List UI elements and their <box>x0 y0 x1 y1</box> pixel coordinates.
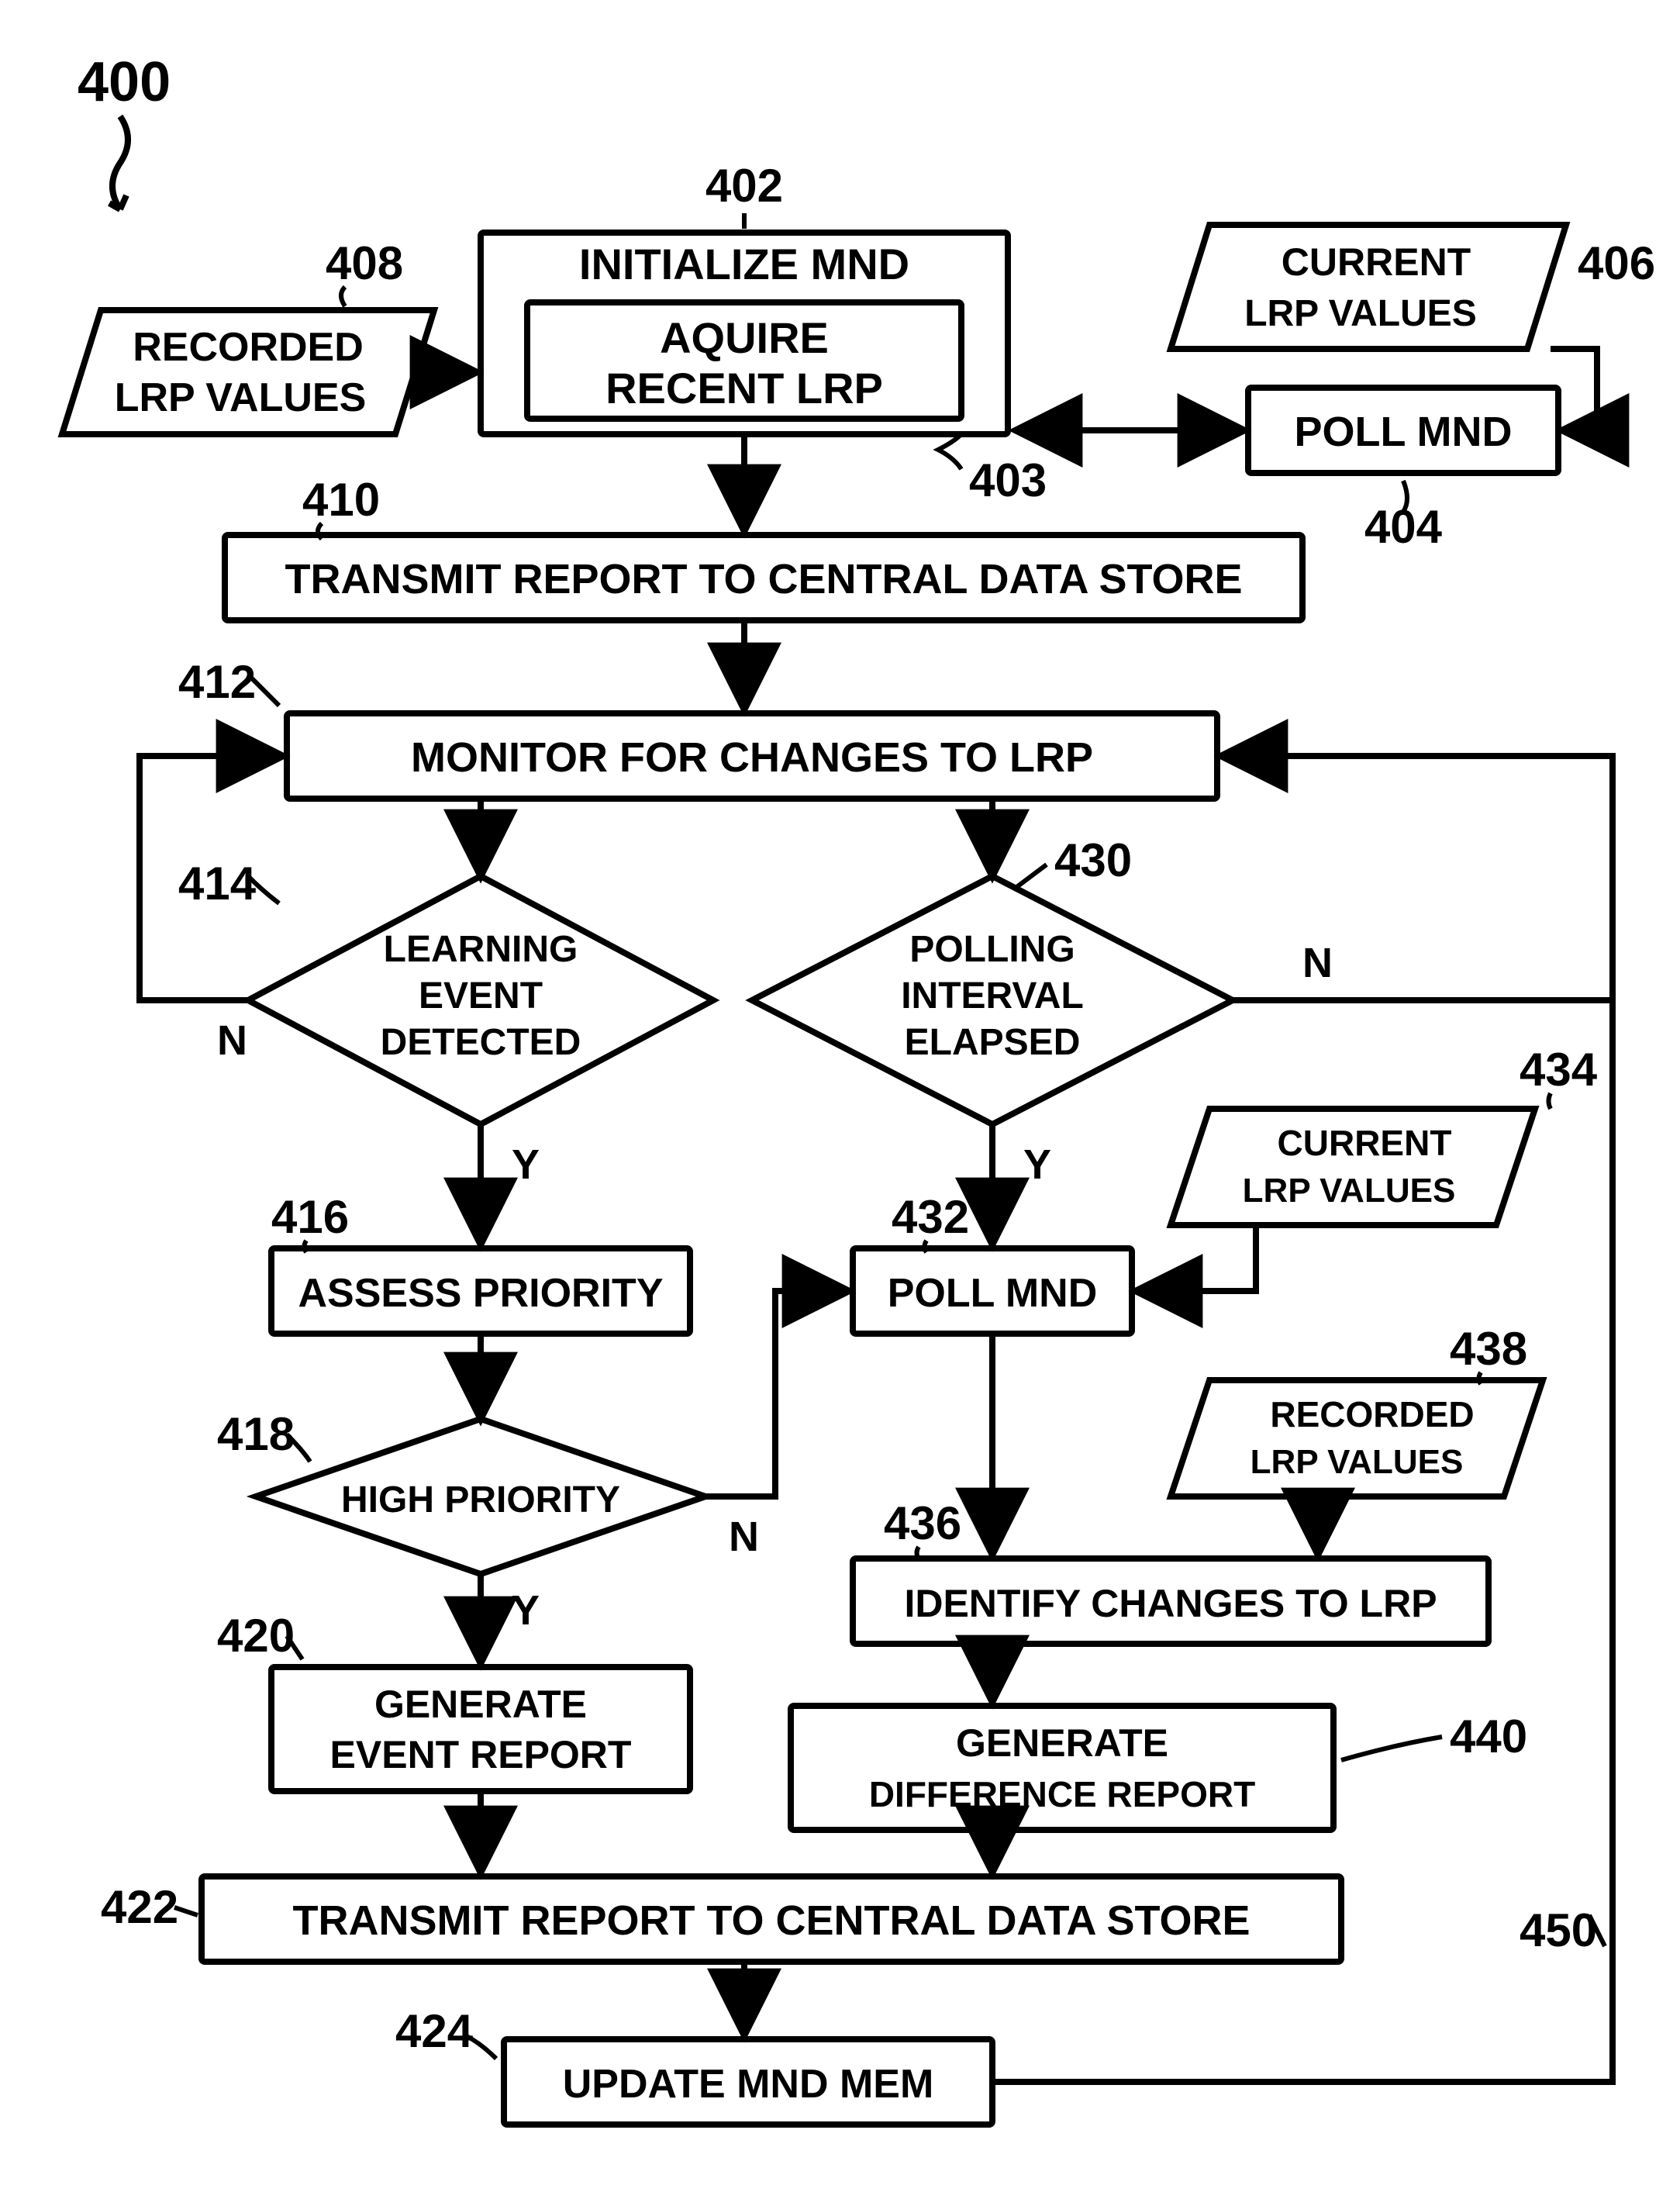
svg-text:438: 438 <box>1450 1323 1527 1375</box>
svg-text:414: 414 <box>178 858 257 910</box>
svg-text:Y: Y <box>1023 1141 1051 1188</box>
svg-text:UPDATE MND MEM: UPDATE MND MEM <box>563 2062 934 2107</box>
svg-text:INITIALIZE MND: INITIALIZE MND <box>579 240 909 288</box>
svg-text:Y: Y <box>512 1587 540 1634</box>
svg-text:MONITOR FOR CHANGES TO LRP: MONITOR FOR CHANGES TO LRP <box>411 734 1093 781</box>
svg-text:LRP VALUES: LRP VALUES <box>1243 1172 1456 1210</box>
svg-text:410: 410 <box>302 474 380 526</box>
svg-text:406: 406 <box>1578 237 1655 289</box>
svg-text:TRANSMIT REPORT TO CENTRAL DAT: TRANSMIT REPORT TO CENTRAL DATA STORE <box>285 556 1242 602</box>
svg-text:TRANSMIT REPORT TO CENTRAL DAT: TRANSMIT REPORT TO CENTRAL DATA STORE <box>292 1897 1250 1944</box>
svg-text:412: 412 <box>178 656 256 708</box>
svg-text:418: 418 <box>217 1408 295 1460</box>
svg-text:GENERATE: GENERATE <box>956 1721 1168 1765</box>
svg-text:430: 430 <box>1054 834 1132 886</box>
svg-text:402: 402 <box>705 160 783 212</box>
svg-text:432: 432 <box>892 1191 969 1243</box>
svg-text:450: 450 <box>1520 1904 1597 1956</box>
svg-text:EVENT: EVENT <box>419 975 543 1017</box>
svg-text:420: 420 <box>217 1610 295 1662</box>
svg-text:Y: Y <box>512 1141 540 1188</box>
flowchart-svg: 400 INITIALIZE MND AQUIRE RECENT LRP 402… <box>0 0 1680 2192</box>
data-current-lrp-values-mid: CURRENT LRP VALUES <box>1171 1109 1535 1225</box>
svg-text:AQUIRE: AQUIRE <box>660 313 829 362</box>
svg-text:DETECTED: DETECTED <box>381 1022 581 1063</box>
svg-text:LEARNING: LEARNING <box>384 929 578 970</box>
svg-text:LRP VALUES: LRP VALUES <box>1244 293 1477 334</box>
svg-text:434: 434 <box>1520 1044 1598 1096</box>
svg-text:440: 440 <box>1450 1710 1527 1762</box>
svg-text:CURRENT: CURRENT <box>1282 240 1471 284</box>
svg-text:LRP VALUES: LRP VALUES <box>115 375 367 420</box>
svg-text:RECORDED: RECORDED <box>1270 1394 1474 1434</box>
decision-learning-event: LEARNING EVENT DETECTED <box>248 876 713 1124</box>
svg-text:POLLING: POLLING <box>909 929 1075 970</box>
svg-text:408: 408 <box>326 237 403 289</box>
svg-text:DIFFERENCE REPORT: DIFFERENCE REPORT <box>869 1774 1255 1814</box>
svg-text:436: 436 <box>884 1497 961 1549</box>
svg-text:IDENTIFY CHANGES TO LRP: IDENTIFY CHANGES TO LRP <box>904 1582 1437 1625</box>
svg-text:424: 424 <box>395 2005 474 2057</box>
svg-text:EVENT REPORT: EVENT REPORT <box>330 1733 632 1776</box>
svg-text:RECENT LRP: RECENT LRP <box>605 364 883 413</box>
figure-ref: 400 <box>78 51 171 113</box>
svg-text:403: 403 <box>969 454 1047 506</box>
svg-text:416: 416 <box>271 1191 349 1243</box>
data-recorded-lrp-values-mid: RECORDED LRP VALUES <box>1171 1380 1543 1496</box>
process-initialize-mnd: INITIALIZE MND AQUIRE RECENT LRP <box>481 233 1008 434</box>
svg-text:RECORDED: RECORDED <box>133 325 364 370</box>
decision-polling-interval: POLLING INTERVAL ELAPSED <box>752 876 1233 1124</box>
svg-text:POLL MND: POLL MND <box>888 1271 1098 1316</box>
svg-text:HIGH PRIORITY: HIGH PRIORITY <box>341 1479 620 1521</box>
svg-text:GENERATE: GENERATE <box>374 1683 587 1726</box>
svg-text:CURRENT: CURRENT <box>1278 1123 1452 1163</box>
data-recorded-lrp-values-top: RECORDED LRP VALUES <box>62 310 434 434</box>
svg-text:ELAPSED: ELAPSED <box>905 1022 1081 1063</box>
svg-text:N: N <box>1302 940 1333 986</box>
svg-text:N: N <box>729 1514 759 1560</box>
decision-high-priority: HIGH PRIORITY <box>256 1419 705 1574</box>
svg-text:422: 422 <box>101 1881 178 1933</box>
svg-text:ASSESS PRIORITY: ASSESS PRIORITY <box>298 1271 664 1316</box>
svg-text:POLL MND: POLL MND <box>1295 409 1513 455</box>
svg-text:LRP VALUES: LRP VALUES <box>1251 1443 1464 1481</box>
svg-text:INTERVAL: INTERVAL <box>901 975 1084 1017</box>
svg-text:N: N <box>217 1017 247 1064</box>
data-current-lrp-values-top: CURRENT LRP VALUES <box>1171 225 1566 349</box>
